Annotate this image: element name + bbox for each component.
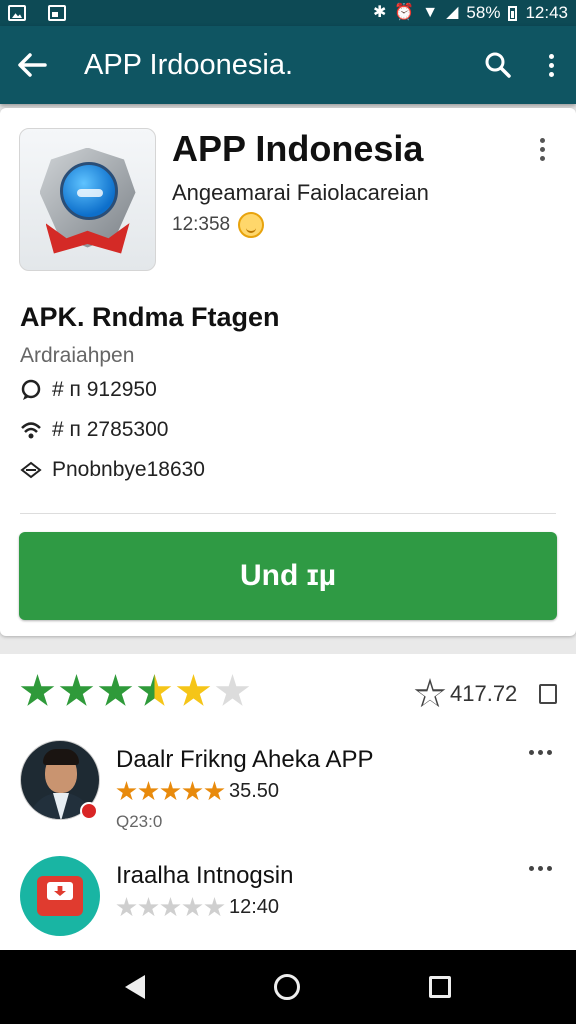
app-more-icon[interactable] — [540, 138, 545, 161]
star-icon — [182, 897, 203, 917]
info-row-text: # ᴨ 2785300 — [52, 418, 169, 441]
star-icon — [204, 781, 225, 801]
star-icon — [138, 781, 159, 801]
star-icon — [215, 674, 250, 706]
star-icon — [116, 781, 137, 801]
review-score: 12:40 — [229, 896, 280, 918]
star-icon — [98, 674, 133, 706]
star-icon — [20, 674, 55, 706]
gallery-icon — [48, 5, 66, 21]
star-icon — [160, 781, 181, 801]
rating-summary: 417.72 — [414, 678, 558, 710]
chat-icon — [20, 379, 42, 401]
star-icon — [138, 897, 159, 917]
nav-recents-icon[interactable] — [429, 976, 452, 998]
review-stars-icons — [116, 897, 225, 918]
nav-bar — [0, 950, 576, 1024]
star-icon — [116, 897, 137, 917]
app-icon — [19, 128, 156, 271]
alarm-icon: ⏰ — [394, 4, 415, 21]
status-bar: ✱ ⏰ ▼ ◢ 58% 12:43 — [0, 0, 576, 26]
app-bar: APP Irdoonesia. — [0, 26, 576, 104]
app-developer[interactable]: Angeamarai Faiolacareian — [172, 180, 429, 206]
details-heading: APK. Rndma Ftagen — [20, 302, 280, 332]
app-name: APP Indonesia — [172, 128, 424, 169]
app-meta: 12:358 — [172, 212, 265, 238]
bookmark-icon[interactable] — [539, 684, 558, 704]
star-icon — [204, 897, 225, 917]
star-icon — [182, 781, 203, 801]
rating-stars — [20, 674, 250, 709]
review-stars: 12:40 — [116, 896, 279, 919]
back-arrow-icon[interactable] — [0, 26, 64, 104]
star-outline-icon[interactable] — [414, 678, 446, 710]
search-icon[interactable] — [470, 26, 526, 104]
review-name: Iraalha Intnogsin — [116, 862, 294, 889]
rating-count: 417.72 — [450, 681, 518, 706]
install-button[interactable]: Und ɪµ — [19, 532, 557, 620]
bluetooth-icon: ✱ — [372, 4, 387, 21]
more-vert-icon[interactable] — [526, 26, 576, 104]
review-date: Q23:0 — [116, 812, 163, 831]
nav-back-icon[interactable] — [124, 975, 145, 999]
signal-icon: ◢ — [446, 4, 459, 21]
smiley-icon — [238, 212, 265, 238]
star-icon — [59, 674, 94, 706]
app-meta-text: 12:358 — [172, 214, 231, 235]
divider — [20, 513, 556, 514]
review-name: Daalr Frikng Aheka APP — [116, 746, 374, 773]
review-more-icon[interactable] — [529, 866, 552, 871]
review-score: 35.50 — [229, 780, 280, 802]
info-row-text: Pnobnbye18630 — [52, 458, 205, 481]
nav-home-icon[interactable] — [273, 974, 300, 1000]
details-subtitle: Ardraiahpen — [20, 344, 135, 367]
avatar-badge — [80, 802, 98, 820]
star-icon — [137, 674, 172, 706]
review-stars-icons — [116, 781, 225, 802]
info-row: # ᴨ 912950 — [20, 378, 157, 402]
wifi-icon — [20, 419, 42, 441]
wifi-status-icon: ▼ — [422, 4, 439, 21]
review-stars: 35.50 — [116, 780, 279, 803]
reviews-card: 417.72 Daalr Frikng Aheka APP 35.50 Q23:… — [0, 654, 576, 950]
shield-icon — [36, 144, 140, 256]
star-icon — [160, 897, 181, 917]
battery-level: 58% — [466, 3, 501, 22]
star-icon — [176, 674, 211, 706]
info-row-text: # ᴨ 912950 — [52, 378, 157, 401]
clock: 12:43 — [525, 3, 568, 22]
review-item: Daalr Frikng Aheka APP 35.50 Q23:0 — [20, 740, 560, 831]
photo-icon — [8, 5, 26, 21]
share-icon — [20, 459, 42, 481]
avatar[interactable] — [20, 856, 100, 936]
app-card: APP Indonesia Angeamarai Faiolacareian 1… — [0, 108, 576, 636]
review-more-icon[interactable] — [529, 750, 552, 755]
download-icon — [37, 876, 83, 916]
info-row: # ᴨ 2785300 — [20, 418, 168, 442]
review-item: Iraalha Intnogsin 12:40 — [20, 856, 560, 946]
battery-icon — [508, 5, 518, 21]
page-title: APP Irdoonesia. — [84, 48, 294, 81]
info-row: Pnobnbye18630 — [20, 458, 205, 482]
